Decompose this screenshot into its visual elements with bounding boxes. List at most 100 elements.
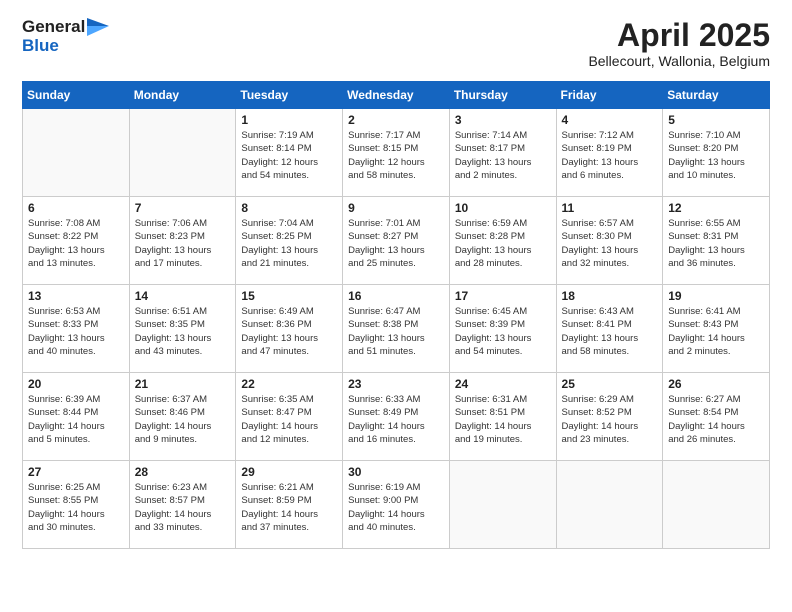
calendar-cell: 15 Sunrise: 6:49 AMSunset: 8:36 PMDayligh… — [236, 285, 343, 373]
day-info: Sunrise: 6:23 AMSunset: 8:57 PMDaylight:… — [135, 481, 231, 534]
calendar-table: SundayMondayTuesdayWednesdayThursdayFrid… — [22, 81, 770, 549]
week-row-5: 27Sunrise: 6:25 AMSunset: 8:55 PMDayligh… — [23, 461, 770, 549]
calendar-cell: 9 Sunrise: 7:01 AMSunset: 8:27 PMDaylight… — [343, 197, 450, 285]
calendar-cell: 12Sunrise: 6:55 AMSunset: 8:31 PMDayligh… — [663, 197, 770, 285]
day-info: Sunrise: 6:31 AMSunset: 8:51 PMDaylight:… — [455, 393, 551, 446]
day-info: Sunrise: 7:01 AMSunset: 8:27 PMDaylight:… — [348, 217, 444, 270]
week-row-3: 13 Sunrise: 6:53 AMSunset: 8:33 PMDayligh… — [23, 285, 770, 373]
calendar-cell: 11 Sunrise: 6:57 AMSunset: 8:30 PMDayligh… — [556, 197, 663, 285]
weekday-monday: Monday — [129, 82, 236, 109]
calendar-cell — [663, 461, 770, 549]
logo: General Blue — [22, 18, 109, 55]
calendar-cell: 14Sunrise: 6:51 AMSunset: 8:35 PMDayligh… — [129, 285, 236, 373]
calendar-cell: 23 Sunrise: 6:33 AMSunset: 8:49 PMDayligh… — [343, 373, 450, 461]
title-location: Bellecourt, Wallonia, Belgium — [588, 53, 770, 69]
day-info: Sunrise: 7:10 AMSunset: 8:20 PMDaylight:… — [668, 129, 764, 182]
weekday-wednesday: Wednesday — [343, 82, 450, 109]
day-number: 9 — [348, 201, 444, 215]
title-block: April 2025 Bellecourt, Wallonia, Belgium — [588, 18, 770, 69]
day-info: Sunrise: 7:19 AMSunset: 8:14 PMDaylight:… — [241, 129, 337, 182]
calendar-cell — [556, 461, 663, 549]
day-number: 8 — [241, 201, 337, 215]
day-number: 22 — [241, 377, 337, 391]
day-number: 21 — [135, 377, 231, 391]
day-info: Sunrise: 6:35 AMSunset: 8:47 PMDaylight:… — [241, 393, 337, 446]
day-number: 11 — [562, 201, 658, 215]
day-info: Sunrise: 6:27 AMSunset: 8:54 PMDaylight:… — [668, 393, 764, 446]
week-row-4: 20 Sunrise: 6:39 AMSunset: 8:44 PMDayligh… — [23, 373, 770, 461]
weekday-thursday: Thursday — [449, 82, 556, 109]
calendar-cell — [23, 109, 130, 197]
week-row-1: 1 Sunrise: 7:19 AMSunset: 8:14 PMDaylight… — [23, 109, 770, 197]
day-number: 29 — [241, 465, 337, 479]
calendar-cell: 28 Sunrise: 6:23 AMSunset: 8:57 PMDayligh… — [129, 461, 236, 549]
calendar-cell: 3 Sunrise: 7:14 AMSunset: 8:17 PMDaylight… — [449, 109, 556, 197]
calendar-cell: 6Sunrise: 7:08 AMSunset: 8:22 PMDaylight… — [23, 197, 130, 285]
day-info: Sunrise: 6:21 AMSunset: 8:59 PMDaylight:… — [241, 481, 337, 534]
calendar-cell: 27Sunrise: 6:25 AMSunset: 8:55 PMDayligh… — [23, 461, 130, 549]
day-info: Sunrise: 6:55 AMSunset: 8:31 PMDaylight:… — [668, 217, 764, 270]
day-info: Sunrise: 7:06 AMSunset: 8:23 PMDaylight:… — [135, 217, 231, 270]
day-info: Sunrise: 6:33 AMSunset: 8:49 PMDaylight:… — [348, 393, 444, 446]
calendar-cell: 21 Sunrise: 6:37 AMSunset: 8:46 PMDayligh… — [129, 373, 236, 461]
calendar-cell: 18Sunrise: 6:43 AMSunset: 8:41 PMDayligh… — [556, 285, 663, 373]
header: General Blue April 2025 Bellecourt, Wall… — [22, 18, 770, 69]
calendar-cell: 22 Sunrise: 6:35 AMSunset: 8:47 PMDayligh… — [236, 373, 343, 461]
logo-blue: Blue — [22, 37, 59, 56]
day-number: 7 — [135, 201, 231, 215]
weekday-sunday: Sunday — [23, 82, 130, 109]
day-number: 3 — [455, 113, 551, 127]
day-number: 23 — [348, 377, 444, 391]
day-number: 10 — [455, 201, 551, 215]
day-info: Sunrise: 7:17 AMSunset: 8:15 PMDaylight:… — [348, 129, 444, 182]
day-number: 28 — [135, 465, 231, 479]
day-info: Sunrise: 6:47 AMSunset: 8:38 PMDaylight:… — [348, 305, 444, 358]
logo-general: General — [22, 18, 85, 37]
calendar-cell: 2 Sunrise: 7:17 AMSunset: 8:15 PMDaylight… — [343, 109, 450, 197]
calendar-cell: 17Sunrise: 6:45 AMSunset: 8:39 PMDayligh… — [449, 285, 556, 373]
day-info: Sunrise: 6:41 AMSunset: 8:43 PMDaylight:… — [668, 305, 764, 358]
calendar-cell: 5Sunrise: 7:10 AMSunset: 8:20 PMDaylight… — [663, 109, 770, 197]
day-info: Sunrise: 6:25 AMSunset: 8:55 PMDaylight:… — [28, 481, 124, 534]
logo-bird-icon — [87, 18, 109, 36]
calendar-cell: 20 Sunrise: 6:39 AMSunset: 8:44 PMDayligh… — [23, 373, 130, 461]
calendar-cell: 24 Sunrise: 6:31 AMSunset: 8:51 PMDayligh… — [449, 373, 556, 461]
calendar-cell: 16 Sunrise: 6:47 AMSunset: 8:38 PMDayligh… — [343, 285, 450, 373]
day-number: 4 — [562, 113, 658, 127]
weekday-tuesday: Tuesday — [236, 82, 343, 109]
calendar-cell: 25 Sunrise: 6:29 AMSunset: 8:52 PMDayligh… — [556, 373, 663, 461]
day-info: Sunrise: 6:53 AMSunset: 8:33 PMDaylight:… — [28, 305, 124, 358]
day-info: Sunrise: 6:19 AMSunset: 9:00 PMDaylight:… — [348, 481, 444, 534]
day-number: 1 — [241, 113, 337, 127]
calendar-cell: 13 Sunrise: 6:53 AMSunset: 8:33 PMDayligh… — [23, 285, 130, 373]
day-number: 14 — [135, 289, 231, 303]
day-number: 13 — [28, 289, 124, 303]
calendar-cell — [449, 461, 556, 549]
calendar-cell: 30Sunrise: 6:19 AMSunset: 9:00 PMDayligh… — [343, 461, 450, 549]
day-number: 2 — [348, 113, 444, 127]
day-info: Sunrise: 6:57 AMSunset: 8:30 PMDaylight:… — [562, 217, 658, 270]
weekday-saturday: Saturday — [663, 82, 770, 109]
day-info: Sunrise: 6:45 AMSunset: 8:39 PMDaylight:… — [455, 305, 551, 358]
day-number: 25 — [562, 377, 658, 391]
week-row-2: 6Sunrise: 7:08 AMSunset: 8:22 PMDaylight… — [23, 197, 770, 285]
calendar-cell: 7 Sunrise: 7:06 AMSunset: 8:23 PMDaylight… — [129, 197, 236, 285]
day-number: 20 — [28, 377, 124, 391]
day-info: Sunrise: 7:14 AMSunset: 8:17 PMDaylight:… — [455, 129, 551, 182]
page: General Blue April 2025 Bellecourt, Wall… — [0, 0, 792, 612]
day-info: Sunrise: 6:39 AMSunset: 8:44 PMDaylight:… — [28, 393, 124, 446]
calendar-cell: 29 Sunrise: 6:21 AMSunset: 8:59 PMDayligh… — [236, 461, 343, 549]
day-number: 26 — [668, 377, 764, 391]
day-info: Sunrise: 7:12 AMSunset: 8:19 PMDaylight:… — [562, 129, 658, 182]
day-info: Sunrise: 6:37 AMSunset: 8:46 PMDaylight:… — [135, 393, 231, 446]
calendar-cell: 10Sunrise: 6:59 AMSunset: 8:28 PMDayligh… — [449, 197, 556, 285]
day-info: Sunrise: 6:29 AMSunset: 8:52 PMDaylight:… — [562, 393, 658, 446]
day-number: 24 — [455, 377, 551, 391]
title-month: April 2025 — [588, 18, 770, 53]
day-info: Sunrise: 7:08 AMSunset: 8:22 PMDaylight:… — [28, 217, 124, 270]
calendar-cell: 4 Sunrise: 7:12 AMSunset: 8:19 PMDaylight… — [556, 109, 663, 197]
weekday-header-row: SundayMondayTuesdayWednesdayThursdayFrid… — [23, 82, 770, 109]
day-number: 16 — [348, 289, 444, 303]
day-info: Sunrise: 6:49 AMSunset: 8:36 PMDaylight:… — [241, 305, 337, 358]
day-number: 15 — [241, 289, 337, 303]
